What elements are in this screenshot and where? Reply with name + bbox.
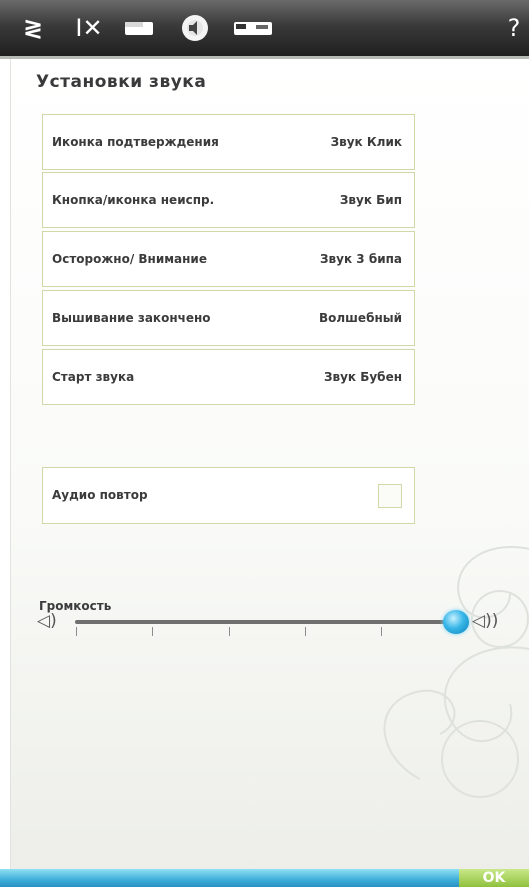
stitch-menu-icon[interactable]: ≷ <box>22 11 44 45</box>
scissors-icon[interactable]: I✕ <box>72 11 106 45</box>
page-title: Установки звука <box>36 72 207 92</box>
setting-start-sound[interactable]: Старт звука Звук Бубен <box>42 349 415 405</box>
volume-slider-thumb[interactable] <box>443 610 469 634</box>
top-toolbar: ≷ I✕ ? <box>0 0 529 59</box>
sound-settings-icon[interactable] <box>180 11 210 45</box>
machine-icon[interactable] <box>232 11 274 45</box>
slider-tick <box>229 627 230 636</box>
slider-tick <box>76 627 77 636</box>
speaker-high-icon: ◁)) <box>472 611 499 631</box>
slider-tick <box>381 627 382 636</box>
volume-slider-track[interactable] <box>75 620 457 624</box>
setting-value: Волшебный <box>319 311 402 325</box>
speaker-low-icon: ◁) <box>37 611 57 631</box>
setting-confirm-icon[interactable]: Иконка подтверждения Звук Клик <box>42 114 415 170</box>
setting-label: Кнопка/иконка неиспр. <box>52 192 215 207</box>
setting-value: Звук Клик <box>330 135 402 149</box>
decorative-swirl <box>383 546 529 798</box>
setting-caution-warning[interactable]: Осторожно/ Внимание Звук 3 бипа <box>42 231 415 287</box>
setting-value: Звук 3 бипа <box>320 252 402 266</box>
audio-repeat-row: Аудио повтор <box>42 467 415 524</box>
audio-repeat-checkbox[interactable] <box>378 483 402 508</box>
setting-label: Иконка подтверждения <box>52 134 219 149</box>
setting-label: Вышивание закончено <box>52 310 211 325</box>
slider-tick <box>305 627 306 636</box>
setting-button-error[interactable]: Кнопка/иконка неиспр. Звук Бип <box>42 172 415 228</box>
setting-embroidery-finished[interactable]: Вышивание закончено Волшебный <box>42 290 415 346</box>
setting-label: Осторожно/ Внимание <box>52 251 207 266</box>
setting-value: Звук Бип <box>339 193 402 207</box>
bottom-bar <box>0 869 529 887</box>
slider-tick <box>152 627 153 636</box>
thread-icon[interactable] <box>124 11 154 45</box>
help-icon[interactable]: ? <box>504 11 524 45</box>
ok-button[interactable]: OK <box>459 869 529 887</box>
audio-repeat-label: Аудио повтор <box>52 488 148 502</box>
setting-label: Старт звука <box>52 369 135 384</box>
setting-value: Звук Бубен <box>323 370 402 384</box>
